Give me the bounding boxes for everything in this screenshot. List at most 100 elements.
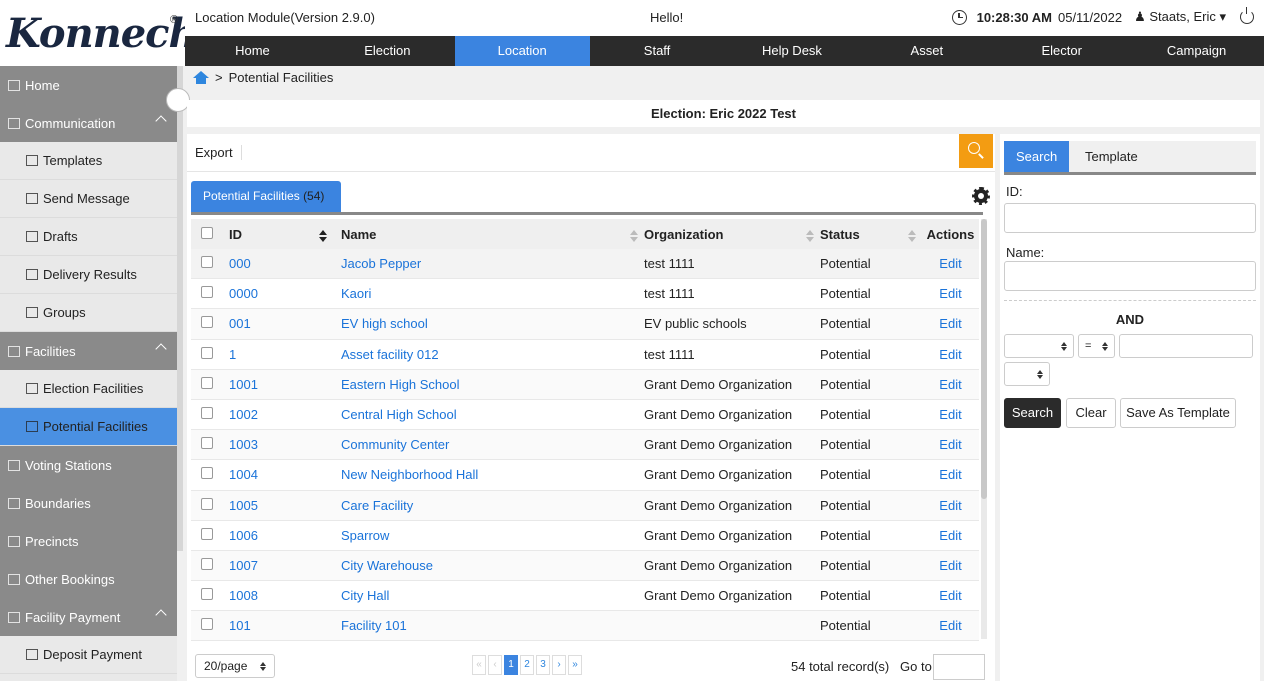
cell-name[interactable]: Care Facility <box>341 498 644 513</box>
last-page-button[interactable]: » <box>568 655 582 675</box>
row-checkbox[interactable] <box>191 346 229 362</box>
nav-staff[interactable]: Staff <box>590 36 725 66</box>
field-select[interactable] <box>1004 334 1074 358</box>
edit-link[interactable]: Edit <box>922 316 979 331</box>
sidebar-item-delivery-results[interactable]: Delivery Results <box>0 256 177 294</box>
row-checkbox[interactable] <box>191 527 229 543</box>
table-row[interactable]: 1005 Care Facility Grant Demo Organization… <box>191 490 979 521</box>
cell-name[interactable]: Sparrow <box>341 528 644 543</box>
next-page-button[interactable]: › <box>552 655 566 675</box>
column-header-name[interactable]: Name <box>341 227 644 242</box>
sidebar-item-deposit-payment[interactable]: Deposit Payment <box>0 636 177 674</box>
cell-name[interactable]: Asset facility 012 <box>341 347 644 362</box>
row-checkbox[interactable] <box>191 407 229 422</box>
sidebar-item-drafts[interactable]: Drafts <box>0 218 177 256</box>
cell-name[interactable]: Facility 101 <box>341 618 644 633</box>
cell-name[interactable]: EV high school <box>341 316 644 331</box>
checkbox[interactable] <box>201 316 213 329</box>
edit-link[interactable]: Edit <box>922 286 979 301</box>
tab-template[interactable]: Template <box>1073 141 1150 172</box>
table-row[interactable]: 1002 Central High School Grant Demo Organi… <box>191 400 979 431</box>
checkbox[interactable] <box>201 437 213 450</box>
sidebar-scrollbar[interactable] <box>177 66 183 551</box>
nav-elector[interactable]: Elector <box>994 36 1129 66</box>
row-checkbox[interactable] <box>191 437 229 452</box>
cell-name[interactable]: City Warehouse <box>341 558 644 573</box>
cell-id[interactable]: 1004 <box>229 467 341 482</box>
edit-link[interactable]: Edit <box>922 528 979 543</box>
cell-id[interactable]: 101 <box>229 618 341 633</box>
row-checkbox[interactable] <box>191 376 229 392</box>
clear-button[interactable]: Clear <box>1066 398 1116 428</box>
edit-link[interactable]: Edit <box>922 407 979 422</box>
nav-campaign[interactable]: Campaign <box>1129 36 1264 66</box>
cell-id[interactable]: 1003 <box>229 437 341 452</box>
table-row[interactable]: 000 Jacob Pepper test 1111 Potential Edit <box>191 249 979 280</box>
cell-id[interactable]: 1006 <box>229 528 341 543</box>
nav-asset[interactable]: Asset <box>859 36 994 66</box>
prev-page-button[interactable]: ‹ <box>488 655 502 675</box>
cell-id[interactable]: 1008 <box>229 588 341 603</box>
sidebar-item-other-bookings[interactable]: Other Bookings <box>0 560 177 598</box>
row-checkbox[interactable] <box>191 467 229 482</box>
sidebar-item-templates[interactable]: Templates <box>0 142 177 180</box>
gear-icon[interactable] <box>972 187 990 205</box>
nav-home[interactable]: Home <box>185 36 320 66</box>
column-header-id[interactable]: ID <box>229 227 341 242</box>
export-button[interactable]: Export <box>195 145 242 160</box>
power-icon[interactable] <box>1240 7 1254 24</box>
sidebar-item-boundaries[interactable]: Boundaries <box>0 484 177 522</box>
page-size-select[interactable]: 20/page <box>195 654 275 678</box>
cell-name[interactable]: Kaori <box>341 286 644 301</box>
table-row[interactable]: 1006 Sparrow Grant Demo Organization Potent… <box>191 521 979 551</box>
table-row[interactable]: 1007 City Warehouse Grant Demo Organizatio… <box>191 550 979 582</box>
search-toggle-button[interactable] <box>959 134 993 168</box>
checkbox[interactable] <box>201 467 213 480</box>
cell-name[interactable]: Jacob Pepper <box>341 256 644 271</box>
checkbox[interactable] <box>201 286 213 299</box>
table-row[interactable]: 1004 New Neighborhood Hall Grant Demo Orga… <box>191 460 979 491</box>
checkbox[interactable] <box>201 557 213 570</box>
column-header-status[interactable]: Status <box>820 227 922 242</box>
cell-name[interactable]: New Neighborhood Hall <box>341 467 644 482</box>
first-page-button[interactable]: « <box>472 655 486 675</box>
cell-id[interactable]: 1007 <box>229 558 341 573</box>
checkbox[interactable] <box>201 588 213 601</box>
edit-link[interactable]: Edit <box>922 618 979 633</box>
table-scrollbar[interactable] <box>981 219 987 639</box>
checkbox[interactable] <box>201 527 213 540</box>
sidebar-item-precincts[interactable]: Precincts <box>0 522 177 560</box>
cell-id[interactable]: 0000 <box>229 286 341 301</box>
edit-link[interactable]: Edit <box>922 498 979 513</box>
cell-id[interactable]: 1001 <box>229 377 341 392</box>
cell-name[interactable]: City Hall <box>341 588 644 603</box>
table-row[interactable]: 1003 Community Center Grant Demo Organizat… <box>191 430 979 461</box>
sidebar-item-potential-facilities[interactable]: Potential Facilities <box>0 408 177 446</box>
row-checkbox[interactable] <box>191 316 229 331</box>
edit-link[interactable]: Edit <box>922 377 979 392</box>
edit-link[interactable]: Edit <box>922 558 979 573</box>
sidebar-item-voting-stations[interactable]: Voting Stations <box>0 446 177 484</box>
sidebar-item-send-message[interactable]: Send Message <box>0 180 177 218</box>
checkbox[interactable] <box>201 497 213 510</box>
nav-election[interactable]: Election <box>320 36 455 66</box>
id-field[interactable] <box>1004 203 1256 233</box>
table-row[interactable]: 101 Facility 101 Potential Edit <box>191 611 979 642</box>
cell-name[interactable]: Eastern High School <box>341 377 644 392</box>
table-row[interactable]: 001 EV high school EV public schools Potent… <box>191 309 979 340</box>
row-checkbox[interactable] <box>191 256 229 271</box>
nav-help-desk[interactable]: Help Desk <box>725 36 860 66</box>
cell-name[interactable]: Community Center <box>341 437 644 452</box>
page-button-2[interactable]: 2 <box>520 655 534 675</box>
sidebar-item-communication[interactable]: Communication <box>0 104 177 142</box>
row-checkbox[interactable] <box>191 497 229 513</box>
checkbox[interactable] <box>201 407 213 420</box>
nav-location[interactable]: Location <box>454 36 590 66</box>
sidebar-item-home[interactable]: Home <box>0 66 177 104</box>
table-row[interactable]: 1001 Eastern High School Grant Demo Organi… <box>191 369 979 400</box>
cell-id[interactable]: 1005 <box>229 498 341 513</box>
checkbox[interactable] <box>201 376 213 389</box>
goto-page-input[interactable] <box>933 654 985 680</box>
name-field[interactable] <box>1004 261 1256 291</box>
checkbox[interactable] <box>201 346 213 359</box>
